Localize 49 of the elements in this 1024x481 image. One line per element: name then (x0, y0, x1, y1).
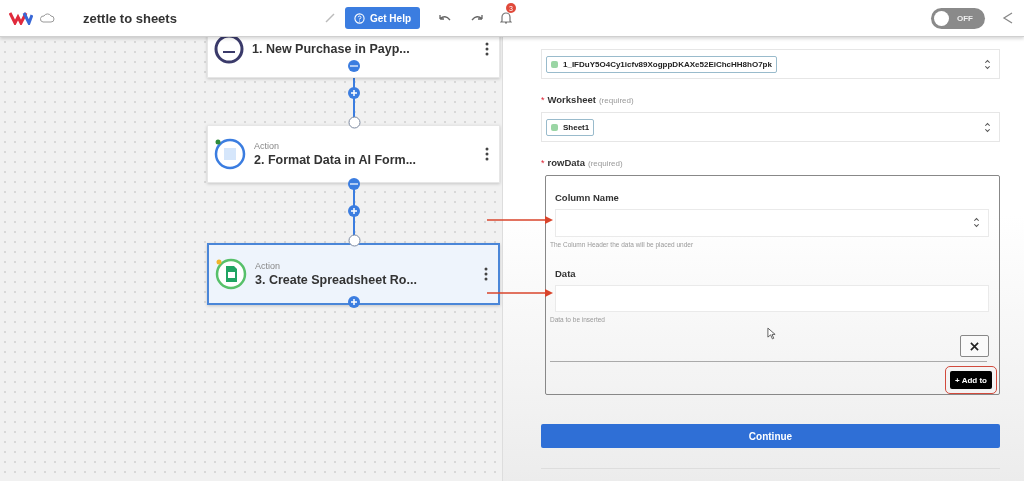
spreadsheet-icon (215, 258, 247, 290)
field-label: rowData (547, 157, 585, 168)
step-title: 1. New Purchase in Payp... (252, 42, 411, 56)
annotation-arrow (487, 215, 553, 225)
add-button[interactable]: + Add to (950, 371, 992, 389)
field-label: Column Name (555, 192, 620, 203)
more-icon[interactable] (485, 147, 489, 161)
step-type-label: Action (254, 141, 280, 151)
worksheet-select[interactable]: Sheet1 (541, 112, 1000, 142)
help-icon (353, 12, 365, 24)
get-help-button[interactable]: Get Help (344, 7, 421, 29)
remove-button[interactable] (960, 335, 989, 358)
field-label: Data (555, 267, 577, 279)
undo-icon[interactable] (438, 13, 453, 23)
required-note: (required) (598, 96, 634, 105)
more-icon[interactable] (484, 267, 488, 281)
connector-circle-icon (348, 234, 361, 247)
add-step-icon[interactable] (348, 205, 360, 217)
required-asterisk: * (541, 158, 545, 168)
cloud-icon[interactable] (39, 13, 55, 23)
cursor-icon (767, 327, 776, 340)
add-step-icon[interactable] (348, 296, 360, 308)
required-note: (required) (588, 159, 623, 168)
close-icon (970, 341, 979, 351)
step-type-label: Action (255, 261, 281, 271)
annotation-arrow (487, 288, 553, 298)
spreadsheet-select[interactable]: 1_IFDuY5O4Cy1icfv89XogppDKAXe52EiChcHH8hO7pk (541, 49, 1000, 79)
worksheet-chip: Sheet1 (546, 118, 595, 136)
step-title: 2. Format Data in AI Form... (254, 153, 418, 167)
sort-arrows-icon (973, 217, 980, 229)
step-card[interactable]: Action 2. Format Data in AI Form... (207, 125, 500, 183)
ai-icon (214, 138, 246, 170)
more-icon[interactable] (485, 42, 489, 56)
connector-circle-icon (348, 116, 361, 129)
bell-icon[interactable] (500, 11, 513, 25)
sort-arrows-icon (984, 121, 991, 133)
continue-button[interactable]: Continue (541, 424, 1000, 448)
field-label: Worksheet (547, 94, 596, 105)
logo-icon[interactable] (9, 11, 33, 25)
spreadsheet-chip: 1_IFDuY5O4Cy1icfv89XogppDKAXe52EiChcHH8hO7pk (546, 55, 777, 73)
add-step-icon[interactable] (348, 87, 360, 99)
step-card[interactable]: Action 3. Create Spreadsheet Ro... (207, 243, 500, 305)
share-icon[interactable] (1002, 11, 1014, 25)
sort-arrows-icon (984, 58, 991, 70)
step-card[interactable]: 1. New Purchase in Payp... (207, 37, 500, 78)
workflow-title: zettle to sheets (83, 10, 177, 26)
redo-icon[interactable] (470, 13, 485, 23)
required-asterisk: * (541, 95, 545, 105)
step-title: 3. Create Spreadsheet Ro... (255, 273, 418, 287)
